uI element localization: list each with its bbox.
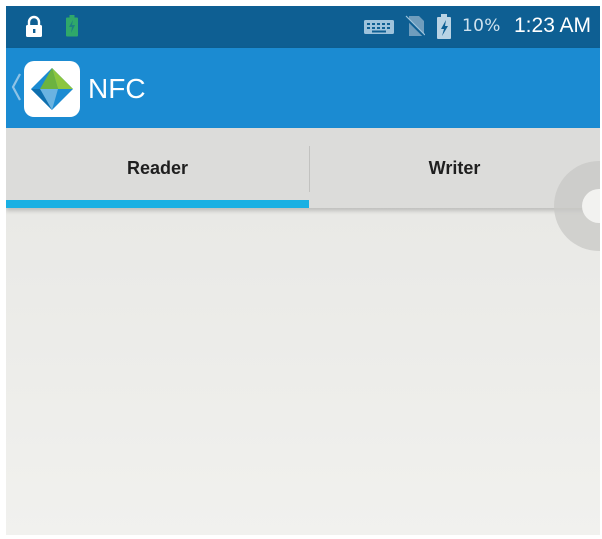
- page-title: NFC: [88, 73, 146, 104]
- status-time: 1:23 AM: [514, 14, 592, 37]
- back-chevron-icon[interactable]: [10, 72, 22, 102]
- keyboard-icon: [364, 20, 394, 34]
- tab-writer-label: Writer: [428, 158, 481, 178]
- app-logo-icon[interactable]: [24, 61, 80, 117]
- device-screen: 10% 1:23 AM NFC Reader Writer: [6, 6, 600, 535]
- lock-icon: [26, 15, 42, 37]
- action-bar: NFC: [6, 48, 600, 128]
- no-sim-icon: [404, 15, 425, 37]
- reader-content-area: [6, 208, 600, 535]
- status-bar: 10% 1:23 AM: [6, 6, 600, 48]
- selected-tab-indicator: [6, 200, 309, 208]
- tab-bar: Reader Writer: [6, 128, 600, 208]
- battery-percent: 10%: [462, 16, 501, 36]
- tab-reader[interactable]: Reader: [6, 128, 309, 208]
- tab-reader-label: Reader: [126, 158, 189, 178]
- battery-charging-icon: [66, 15, 78, 37]
- floating-button-center: [582, 189, 600, 223]
- battery-icon: [437, 14, 451, 39]
